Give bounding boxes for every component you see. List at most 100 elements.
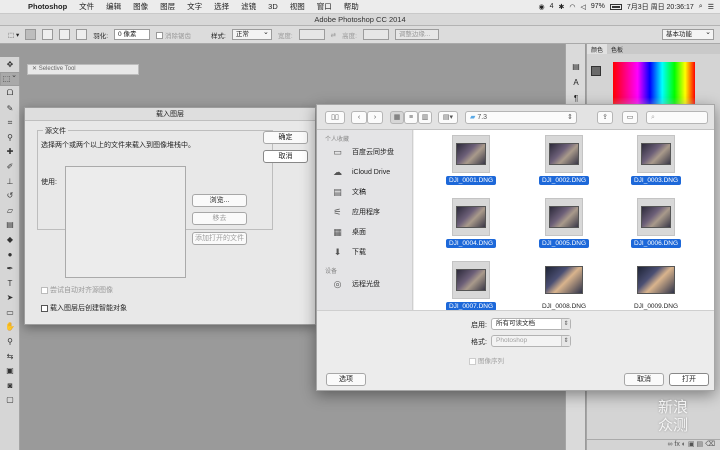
open-button[interactable]: 打开 (669, 373, 709, 386)
width-input[interactable] (298, 29, 325, 40)
back-button[interactable]: ‹ (351, 111, 367, 124)
pen-tool-icon[interactable]: ✒ (0, 261, 20, 276)
quick-mask-icon[interactable]: ◙ (0, 378, 20, 393)
intersect-selection-icon[interactable] (76, 29, 88, 40)
file-item[interactable]: DJI_0002.DNG (524, 133, 604, 193)
sidebar-item-desktop[interactable]: ▦ 桌面 (317, 222, 412, 242)
search-field[interactable]: ⌕ (646, 111, 708, 124)
wifi-icon[interactable]: ◠ (569, 3, 575, 11)
sidebar-item-icloud[interactable]: ☁ iCloud Drive (317, 162, 412, 182)
eyedropper-tool-icon[interactable]: ⚲ (0, 130, 20, 145)
format-select[interactable]: Photoshop ⇕ (491, 335, 571, 347)
swap-icon[interactable]: ⇄ (331, 31, 336, 39)
menu-edit[interactable]: 编辑 (100, 1, 127, 12)
menu-file[interactable]: 文件 (73, 1, 100, 12)
sidebar-item-remote-disc[interactable]: ◎ 远程光盘 (317, 274, 412, 294)
arrange-icon[interactable]: ▤▾ (438, 111, 458, 124)
menu-app-name[interactable]: Photoshop (22, 2, 73, 11)
new-selection-icon[interactable] (25, 29, 37, 40)
hand-tool-icon[interactable]: ✋ (0, 320, 20, 335)
icon-view-icon[interactable]: ▦ (390, 111, 404, 124)
cancel-button[interactable]: 取消 (263, 150, 308, 163)
menu-type[interactable]: 文字 (181, 1, 208, 12)
share-icon[interactable]: ⇪ (597, 111, 613, 124)
color-swatches-icon[interactable]: ▣ (0, 363, 20, 378)
image-sequence-checkbox[interactable]: 图像序列 (469, 355, 504, 365)
list-view-icon[interactable]: ≡ (404, 111, 418, 124)
shape-tool-icon[interactable]: ▭ (0, 305, 20, 320)
antialias-checkbox[interactable]: 消除锯齿 (156, 30, 191, 40)
menu-filter[interactable]: 滤镜 (235, 1, 262, 12)
tab-color[interactable]: 颜色 (587, 44, 608, 54)
tag-icon[interactable]: ▭ (622, 111, 638, 124)
options-button[interactable]: 选项 (326, 373, 366, 386)
eraser-tool-icon[interactable]: ▱ (0, 203, 20, 218)
gradient-tool-icon[interactable]: ▤ (0, 218, 20, 233)
bluetooth-icon[interactable]: ✱ (558, 3, 564, 11)
sidebar-item-downloads[interactable]: ⬇ 下载 (317, 242, 412, 262)
add-open-files-button[interactable]: 添加打开的文件 (192, 232, 247, 245)
crop-tool-icon[interactable]: ⌗ (0, 115, 20, 130)
move-tool-icon[interactable]: ✥ (0, 57, 20, 72)
menu-3d[interactable]: 3D (262, 2, 284, 11)
marquee-tool-icon[interactable]: ⬚ (0, 71, 20, 87)
menu-image[interactable]: 图像 (127, 1, 154, 12)
swap-colors-icon[interactable]: ⇆ (0, 349, 20, 364)
screen-mode-icon[interactable]: ▢ (0, 393, 20, 408)
history-brush-tool-icon[interactable]: ↺ (0, 188, 20, 203)
menu-window[interactable]: 窗口 (311, 1, 338, 12)
file-item[interactable]: DJI_0005.DNG (524, 196, 604, 256)
sidebar-item-baidu[interactable]: ▭ 百度云同步盘 (317, 142, 412, 162)
foreground-color-swatch[interactable] (591, 66, 601, 76)
height-input[interactable] (362, 29, 389, 40)
document-tab[interactable]: ✕ Selective Tool (27, 64, 139, 75)
brush-tool-icon[interactable]: ✐ (0, 159, 20, 174)
tab-swatches[interactable]: 色板 (607, 44, 627, 54)
cancel-button[interactable]: 取消 (624, 373, 664, 386)
auto-align-checkbox[interactable]: 尝试自动对齐源图像 (41, 285, 113, 295)
workspace-select[interactable]: 基本功能 (662, 28, 714, 40)
enable-select[interactable]: 所有可读文档 ⇕ (491, 318, 571, 330)
sidebar-item-documents[interactable]: ▤ 文稿 (317, 182, 412, 202)
type-tool-icon[interactable]: T (0, 276, 20, 291)
refine-edge-button[interactable]: 调整边缘... (394, 29, 439, 40)
zoom-tool-icon[interactable]: ⚲ (0, 334, 20, 349)
clock[interactable]: 7月3日 周日 20:36:17 (627, 2, 694, 12)
add-selection-icon[interactable] (42, 29, 54, 40)
sidebar-toggle-icon[interactable]: ▯▯ (325, 111, 345, 124)
dodge-tool-icon[interactable]: ● (0, 247, 20, 262)
file-item[interactable]: DJI_0001.DNG (431, 133, 511, 193)
folder-path-select[interactable]: ▰ 7.3 ⇕ (465, 111, 577, 124)
history-panel-icon[interactable]: ▤ (566, 58, 586, 74)
smart-object-checkbox[interactable]: 载入图层后创建智能对象 (41, 303, 127, 313)
path-select-tool-icon[interactable]: ➤ (0, 291, 20, 306)
ok-button[interactable]: 确定 (263, 131, 308, 144)
lasso-tool-icon[interactable]: ᗝ (0, 86, 20, 101)
source-file-list[interactable] (65, 166, 186, 278)
notification-icon[interactable]: ◉ (538, 3, 544, 11)
forward-button[interactable]: › (367, 111, 383, 124)
file-item[interactable]: DJI_0006.DNG (616, 196, 696, 256)
sidebar-item-applications[interactable]: ⚟ 应用程序 (317, 202, 412, 222)
style-select[interactable]: 正常 (231, 28, 272, 40)
browse-button[interactable]: 浏览... (192, 194, 247, 207)
file-item[interactable]: DJI_0003.DNG (616, 133, 696, 193)
quick-select-tool-icon[interactable]: ✎ (0, 101, 20, 116)
remove-button[interactable]: 移去 (192, 212, 247, 225)
feather-input[interactable]: 0 像素 (114, 29, 151, 40)
subtract-selection-icon[interactable] (59, 29, 71, 40)
marquee-tool-icon[interactable]: ⬚ ▾ (8, 31, 19, 39)
search-icon[interactable]: ⌕ (699, 3, 703, 11)
column-view-icon[interactable]: ▥ (418, 111, 432, 124)
menu-select[interactable]: 选择 (208, 1, 235, 12)
healing-tool-icon[interactable]: ✚ (0, 145, 20, 160)
menu-layer[interactable]: 图层 (154, 1, 181, 12)
menu-view[interactable]: 视图 (284, 1, 311, 12)
character-panel-icon[interactable]: A (566, 74, 586, 90)
volume-icon[interactable]: ◁ (580, 3, 585, 11)
list-icon[interactable]: ☰ (708, 3, 714, 11)
file-item[interactable]: DJI_0004.DNG (431, 196, 511, 256)
battery-icon[interactable] (609, 3, 622, 10)
blur-tool-icon[interactable]: ◆ (0, 232, 20, 247)
menu-help[interactable]: 帮助 (338, 1, 365, 12)
